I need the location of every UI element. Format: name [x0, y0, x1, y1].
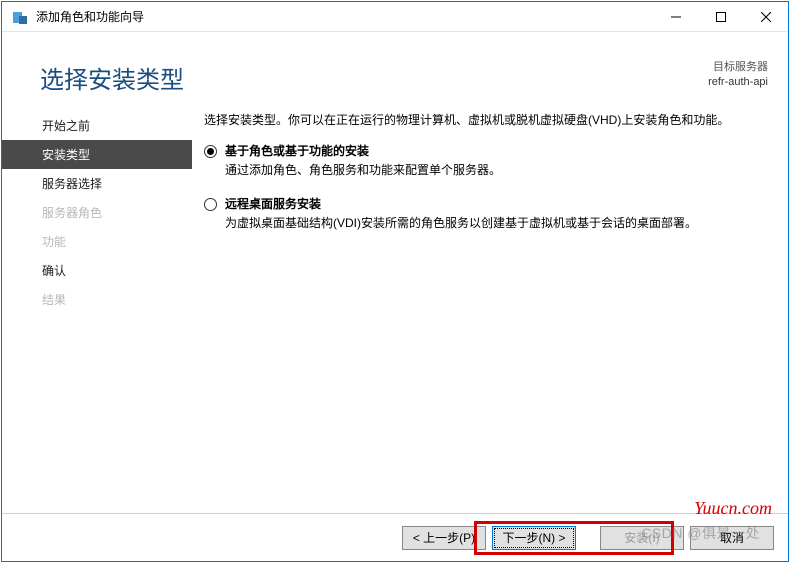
main-row: 开始之前 安装类型 服务器选择 服务器角色 功能 确认 结果 选择安装类型。你可…	[2, 105, 788, 513]
close-icon	[761, 12, 771, 22]
sidebar-item-server-roles: 服务器角色	[2, 198, 192, 227]
option-rds-title: 远程桌面服务安装	[225, 195, 758, 214]
close-button[interactable]	[743, 2, 788, 31]
wizard-sidebar: 开始之前 安装类型 服务器选择 服务器角色 功能 确认 结果	[2, 105, 192, 513]
option-role-based[interactable]: 基于角色或基于功能的安装 通过添加角色、角色服务和功能来配置单个服务器。	[204, 142, 758, 180]
option-role-based-texts: 基于角色或基于功能的安装 通过添加角色、角色服务和功能来配置单个服务器。	[225, 142, 758, 180]
wizard-header: 选择安装类型 目标服务器 refr-auth-api	[2, 32, 788, 105]
sidebar-item-before-you-begin[interactable]: 开始之前	[2, 111, 192, 140]
option-rds-desc: 为虚拟桌面基础结构(VDI)安装所需的角色服务以创建基于虚拟机或基于会话的桌面部…	[225, 214, 758, 233]
wizard-body: 选择安装类型 目标服务器 refr-auth-api 开始之前 安装类型 服务器…	[2, 32, 788, 561]
sidebar-item-confirmation[interactable]: 确认	[2, 256, 192, 285]
server-manager-icon	[12, 9, 28, 25]
target-server-name: refr-auth-api	[708, 75, 768, 90]
titlebar[interactable]: 添加角色和功能向导	[2, 2, 788, 32]
option-role-based-title: 基于角色或基于功能的安装	[225, 142, 758, 161]
previous-button[interactable]: < 上一步(P)	[402, 526, 486, 550]
option-rds-texts: 远程桌面服务安装 为虚拟桌面基础结构(VDI)安装所需的角色服务以创建基于虚拟机…	[225, 195, 758, 233]
button-bar: < 上一步(P) 下一步(N) > 安装(I) 取消	[2, 513, 788, 561]
option-rds[interactable]: 远程桌面服务安装 为虚拟桌面基础结构(VDI)安装所需的角色服务以创建基于虚拟机…	[204, 195, 758, 233]
maximize-button[interactable]	[698, 2, 743, 31]
install-button: 安装(I)	[600, 526, 684, 550]
option-role-based-desc: 通过添加角色、角色服务和功能来配置单个服务器。	[225, 161, 758, 180]
radio-rds[interactable]	[204, 198, 217, 211]
next-button[interactable]: 下一步(N) >	[492, 526, 576, 550]
sidebar-item-results: 结果	[2, 285, 192, 314]
page-title: 选择安装类型	[40, 60, 708, 95]
wizard-content: 选择安装类型。你可以在正在运行的物理计算机、虚拟机或脱机虚拟硬盘(VHD)上安装…	[192, 105, 788, 513]
minimize-icon	[671, 12, 681, 22]
content-intro: 选择安装类型。你可以在正在运行的物理计算机、虚拟机或脱机虚拟硬盘(VHD)上安装…	[204, 111, 758, 130]
window-title: 添加角色和功能向导	[36, 8, 653, 25]
target-server-box: 目标服务器 refr-auth-api	[708, 60, 768, 91]
sidebar-item-server-selection[interactable]: 服务器选择	[2, 169, 192, 198]
sidebar-item-features: 功能	[2, 227, 192, 256]
sidebar-item-installation-type[interactable]: 安装类型	[2, 140, 192, 169]
wizard-window: 添加角色和功能向导 选择安装类型 目标服务器 refr-auth-api 开始之…	[1, 1, 789, 562]
window-controls	[653, 2, 788, 31]
target-server-label: 目标服务器	[708, 60, 768, 75]
minimize-button[interactable]	[653, 2, 698, 31]
maximize-icon	[716, 12, 726, 22]
radio-role-based[interactable]	[204, 145, 217, 158]
cancel-button[interactable]: 取消	[690, 526, 774, 550]
